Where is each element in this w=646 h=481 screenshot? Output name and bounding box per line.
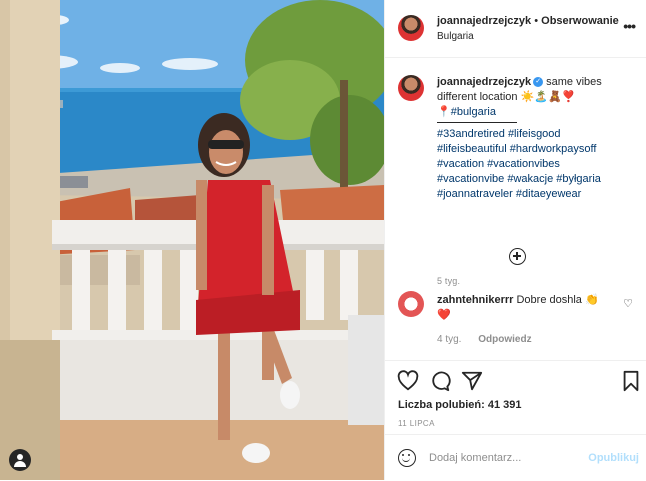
reply-button[interactable]: Odpowiedz (478, 334, 531, 345)
separator-dot: • (534, 15, 539, 27)
comment-meta: 4 tyg. Odpowiedz (437, 334, 546, 345)
comment-heart-emoji: ❤️ (437, 309, 451, 321)
likes-label: Liczba polubień: (398, 399, 485, 411)
likes-number: 41 391 (487, 399, 522, 411)
post-side-panel: joannajedrzejczyk • Obserwowanie Bulgari… (384, 0, 646, 480)
save-bookmark-icon[interactable] (620, 370, 642, 392)
post-location[interactable]: Bulgaria (437, 31, 474, 42)
photo-illustration (0, 0, 384, 480)
comment-input[interactable] (429, 448, 579, 468)
hashtag-line[interactable]: #vacationvibe #wakacje #byłgaria (437, 172, 625, 187)
location-tag-line: 📍#bulgaria (437, 105, 625, 120)
add-comment-bar: Opublikuj (385, 434, 646, 481)
comment-bubble-icon[interactable] (429, 370, 451, 392)
load-more-comments-icon[interactable] (509, 248, 526, 265)
header-user-row: joannajedrzejczyk • Obserwowanie (437, 15, 619, 27)
hashtag-line[interactable]: #joannatraveler #ditaeyewear (437, 187, 625, 202)
comments-section[interactable]: joannajedrzejczyk ✓ same vibes different l… (385, 58, 646, 360)
comment-text: Dobre doshla 👏 (516, 294, 599, 306)
caption-divider (437, 122, 517, 123)
post-photo[interactable] (0, 0, 384, 480)
verified-badge-icon: ✓ (533, 77, 544, 88)
comment: zahntehnikerrr Dobre doshla 👏 ❤️ (437, 293, 607, 323)
like-comment-icon[interactable]: ♡ (623, 297, 633, 310)
location-pin-icon: 📍 (437, 106, 451, 118)
hashtag-line[interactable]: #33andretired #lifeisgood (437, 127, 625, 142)
likes-count[interactable]: Liczba polubień: 41 391 (398, 399, 522, 411)
post-date[interactable]: 11 LIPCA (398, 419, 435, 428)
hashtag-line[interactable]: #lifeisbeautiful #hardworkpaysoff (437, 142, 625, 157)
follow-status-button[interactable]: Obserwowanie (541, 15, 619, 27)
commenter-avatar[interactable] (398, 291, 424, 317)
caption-username[interactable]: joannajedrzejczyk (437, 76, 531, 88)
hashtag-line[interactable]: #vacation #vacationvibes (437, 157, 625, 172)
caption-timestamp[interactable]: 5 tyg. (437, 276, 460, 286)
caption-author-avatar[interactable] (398, 75, 424, 101)
tagged-user-icon[interactable] (9, 449, 31, 471)
emoji-icon[interactable] (398, 449, 416, 467)
post-actions: Liczba polubień: 41 391 11 LIPCA (385, 360, 646, 435)
author-username[interactable]: joannajedrzejczyk (437, 15, 531, 27)
author-avatar[interactable] (398, 15, 424, 41)
caption: joannajedrzejczyk ✓ same vibes different l… (437, 75, 625, 202)
commenter-username[interactable]: zahntehnikerrr (437, 294, 513, 306)
like-heart-icon[interactable] (397, 370, 419, 392)
share-send-icon[interactable] (461, 370, 483, 392)
post-header: joannajedrzejczyk • Obserwowanie Bulgari… (385, 0, 646, 58)
more-options-icon[interactable]: ••• (623, 18, 636, 34)
publish-button[interactable]: Opublikuj (588, 452, 639, 464)
hashtag-bulgaria[interactable]: #bulgaria (451, 106, 496, 118)
comment-timestamp[interactable]: 4 tyg. (437, 334, 461, 345)
